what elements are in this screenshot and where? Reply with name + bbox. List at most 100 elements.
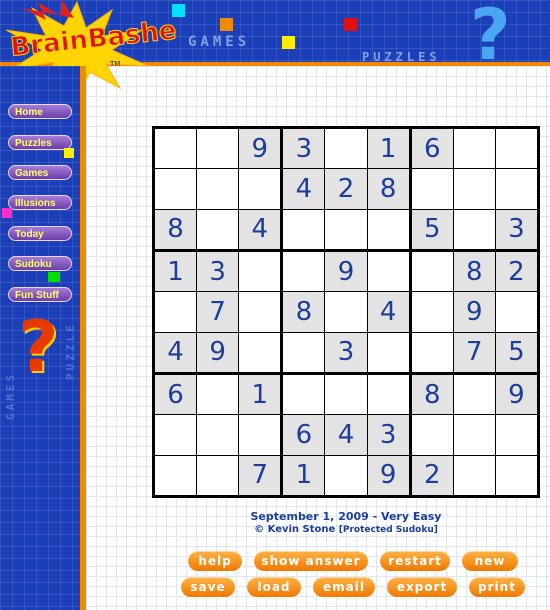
sudoku-empty-cell[interactable]	[411, 415, 453, 455]
sudoku-empty-cell[interactable]	[283, 375, 325, 415]
sudoku-given-cell: 8	[283, 292, 325, 332]
export-button[interactable]: export	[387, 577, 457, 597]
sidebar-item-sudoku[interactable]: Sudoku	[8, 256, 72, 271]
sudoku-empty-cell[interactable]	[325, 375, 367, 415]
sudoku-given-cell: 9	[367, 455, 409, 495]
sudoku-given-cell: 9	[197, 332, 239, 372]
sudoku-empty-cell[interactable]	[411, 332, 453, 372]
sudoku-empty-cell[interactable]	[411, 292, 453, 332]
sudoku-given-cell: 5	[411, 209, 453, 249]
sudoku-given-cell: 8	[411, 375, 453, 415]
sudoku-given-cell: 4	[155, 332, 197, 372]
sudoku-given-cell: 1	[155, 252, 197, 292]
print-button[interactable]: print	[469, 577, 525, 597]
sidebar-item-home[interactable]: Home	[8, 104, 72, 119]
sudoku-given-cell: 2	[325, 169, 367, 209]
sudoku-empty-cell[interactable]	[239, 415, 281, 455]
sudoku-given-cell: 2	[411, 455, 453, 495]
trademark-mark: TM	[109, 60, 120, 68]
show-answer-button[interactable]: show answer	[254, 551, 368, 571]
sudoku-empty-cell[interactable]	[283, 332, 325, 372]
puzzle-credit: © Kevin Stone [Protected Sudoku]	[152, 524, 540, 535]
decor-square	[48, 272, 60, 282]
sudoku-given-cell: 7	[197, 292, 239, 332]
sudoku-given-cell: 6	[411, 129, 453, 169]
sudoku-empty-cell[interactable]	[197, 415, 239, 455]
sudoku-empty-cell[interactable]	[283, 209, 325, 249]
sudoku-empty-cell[interactable]	[325, 292, 367, 332]
sudoku-given-cell: 8	[453, 252, 495, 292]
sudoku-given-cell: 8	[155, 209, 197, 249]
sudoku-empty-cell[interactable]	[197, 455, 239, 495]
logo-text: BrainBashers	[9, 13, 176, 63]
sudoku-empty-cell[interactable]	[239, 332, 281, 372]
help-button[interactable]: help	[188, 551, 242, 571]
decor-square	[220, 18, 233, 31]
sudoku-given-cell: 9	[239, 129, 281, 169]
sudoku-empty-cell[interactable]	[453, 129, 495, 169]
sudoku-given-cell: 3	[197, 252, 239, 292]
sudoku-empty-cell[interactable]	[453, 209, 495, 249]
sudoku-empty-cell[interactable]	[155, 129, 197, 169]
sidebar-item-games[interactable]: Games	[8, 165, 72, 180]
sidebar-item-puzzles[interactable]: Puzzles	[8, 135, 72, 150]
sudoku-given-cell: 9	[325, 252, 367, 292]
sidebar-edge	[80, 66, 86, 610]
sudoku-empty-cell[interactable]	[239, 169, 281, 209]
sudoku-empty-cell[interactable]	[239, 292, 281, 332]
sudoku-given-cell: 2	[495, 252, 537, 292]
sudoku-empty-cell[interactable]	[325, 129, 367, 169]
sudoku-given-cell: 4	[239, 209, 281, 249]
sudoku-given-cell: 3	[367, 415, 409, 455]
sudoku-empty-cell[interactable]	[367, 332, 409, 372]
sudoku-empty-cell[interactable]	[453, 169, 495, 209]
sudoku-empty-cell[interactable]	[239, 252, 281, 292]
sidebar-item-fun-stuff[interactable]: Fun Stuff	[8, 287, 72, 302]
sidebar-item-illusions[interactable]: Illusions	[8, 195, 72, 210]
sudoku-empty-cell[interactable]	[155, 292, 197, 332]
sudoku-empty-cell[interactable]	[367, 252, 409, 292]
sudoku-given-cell: 1	[367, 129, 409, 169]
sudoku-empty-cell[interactable]	[155, 455, 197, 495]
sudoku-empty-cell[interactable]	[495, 455, 537, 495]
sudoku-given-cell: 4	[325, 415, 367, 455]
logo[interactable]: BrainBashers TM	[6, 8, 176, 68]
sidebar-games-word: GAMES	[4, 371, 17, 420]
sudoku-given-cell: 6	[155, 375, 197, 415]
decor-square	[2, 208, 12, 218]
decor-square	[64, 148, 74, 158]
sudoku-empty-cell[interactable]	[453, 375, 495, 415]
sudoku-empty-cell[interactable]	[411, 169, 453, 209]
sudoku-empty-cell[interactable]	[411, 252, 453, 292]
sudoku-empty-cell[interactable]	[453, 455, 495, 495]
sidebar-item-today[interactable]: Today	[8, 226, 72, 241]
sudoku-given-cell: 3	[325, 332, 367, 372]
header-question-icon: ?	[470, 0, 511, 76]
sudoku-empty-cell[interactable]	[495, 292, 537, 332]
email-button[interactable]: email	[313, 577, 375, 597]
sudoku-empty-cell[interactable]	[325, 455, 367, 495]
sudoku-empty-cell[interactable]	[495, 129, 537, 169]
sudoku-empty-cell[interactable]	[197, 209, 239, 249]
restart-button[interactable]: restart	[380, 551, 450, 571]
sudoku-empty-cell[interactable]	[197, 169, 239, 209]
sudoku-empty-cell[interactable]	[155, 415, 197, 455]
credit-author: © Kevin Stone	[254, 524, 336, 535]
sudoku-empty-cell[interactable]	[495, 169, 537, 209]
sidebar-question-icon: ?	[18, 306, 59, 388]
credit-note: [Protected Sudoku]	[338, 525, 438, 535]
sudoku-empty-cell[interactable]	[197, 129, 239, 169]
sudoku-empty-cell[interactable]	[495, 415, 537, 455]
sudoku-empty-cell[interactable]	[367, 209, 409, 249]
load-button[interactable]: load	[247, 577, 301, 597]
sudoku-empty-cell[interactable]	[283, 252, 325, 292]
new-button[interactable]: new	[462, 551, 518, 571]
sidebar-puzzle-word: PUZZLE	[64, 322, 77, 380]
sudoku-given-cell: 9	[453, 292, 495, 332]
sudoku-empty-cell[interactable]	[367, 375, 409, 415]
sudoku-empty-cell[interactable]	[197, 375, 239, 415]
sudoku-empty-cell[interactable]	[325, 209, 367, 249]
save-button[interactable]: save	[181, 577, 235, 597]
sudoku-empty-cell[interactable]	[155, 169, 197, 209]
sudoku-empty-cell[interactable]	[453, 415, 495, 455]
